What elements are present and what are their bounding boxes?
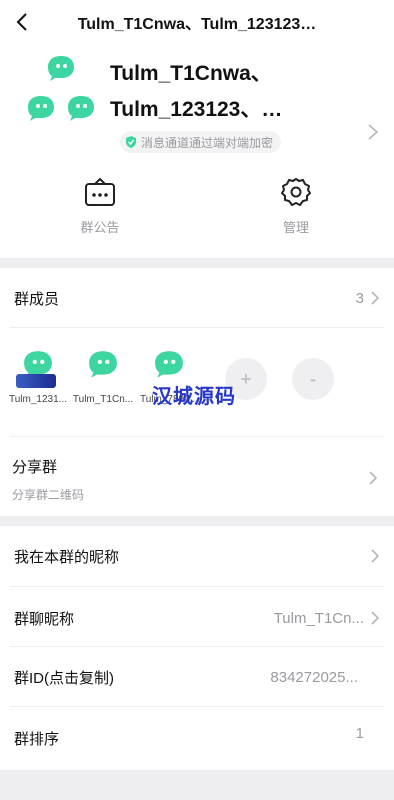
my-group-nickname-value-wrap <box>364 548 380 564</box>
remove-member-button[interactable]: - <box>292 358 334 400</box>
gear-icon <box>281 178 311 206</box>
announcement-button[interactable]: 群公告 <box>60 176 140 236</box>
group-members-count: 3 <box>355 289 364 307</box>
group-name: Tulm_T1Cnwa、 Tulm_123123、… <box>110 56 350 128</box>
back-button[interactable] <box>8 8 36 36</box>
group-id-value: 834272025... <box>270 668 358 686</box>
manage-button[interactable]: 管理 <box>256 176 336 236</box>
share-group-subtitle: 分享群二维码 <box>12 488 85 502</box>
divider <box>10 706 384 707</box>
watermark-text: 汉城源码 <box>152 386 236 408</box>
divider <box>10 586 384 587</box>
group-members-count-wrap: 3 <box>356 290 380 307</box>
group-sort-label: 群排序 <box>14 730 60 748</box>
divider <box>10 436 384 437</box>
chevron-left-icon <box>16 13 27 31</box>
group-name-line1: Tulm_T1Cnwa、 <box>110 62 272 85</box>
chevron-right-icon <box>371 291 380 305</box>
group-members-row[interactable]: 群成员 3 <box>0 268 394 328</box>
group-name-line2: Tulm_123123、… <box>110 98 283 121</box>
my-group-nickname-row[interactable]: 我在本群的昵称 <box>0 526 394 586</box>
page-title: Tulm_T1Cnwa、Tulm_123123… <box>77 16 317 33</box>
divider <box>10 327 384 328</box>
group-sort-row[interactable]: 群排序 1 <box>0 708 394 768</box>
group-sort-value-wrap: 1 <box>356 725 380 742</box>
group-id-label: 群ID(点击复制) <box>14 669 114 687</box>
watermark-logo <box>16 374 56 388</box>
bottom-separator <box>0 770 394 800</box>
shield-check-icon <box>126 136 136 148</box>
share-group-row[interactable]: 分享群 分享群二维码 <box>0 438 394 518</box>
group-members-label: 群成员 <box>14 290 60 308</box>
chevron-right-icon <box>368 124 379 140</box>
group-chat-nickname-row[interactable]: 群聊昵称 Tulm_T1Cn... <box>0 588 394 648</box>
my-group-nickname-label: 我在本群的昵称 <box>14 548 120 566</box>
bot-avatar-icon <box>48 56 74 81</box>
manage-label: 管理 <box>282 220 309 235</box>
bot-avatar-icon <box>68 96 94 121</box>
encryption-text: 消息通道通过端对端加密 <box>141 135 274 150</box>
chevron-right-icon <box>371 549 380 563</box>
quick-actions: 群公告 管理 <box>0 176 394 238</box>
group-id-value-wrap: 834272025... <box>270 669 380 686</box>
group-chat-nickname-value-wrap: Tulm_T1Cn... <box>274 610 380 627</box>
member-name: Tulm_1231... <box>9 394 67 405</box>
group-id-row[interactable]: 群ID(点击复制) 834272025... <box>0 648 394 706</box>
nav-bar: Tulm_T1Cnwa、Tulm_123123… <box>0 0 394 44</box>
member-item[interactable]: Tulm_T1Cn... <box>70 348 136 405</box>
announcement-label: 群公告 <box>80 220 120 235</box>
group-avatar <box>22 54 100 124</box>
group-chat-nickname-value: Tulm_T1Cn... <box>273 609 364 627</box>
member-name: Tulm_T1Cn... <box>72 394 134 405</box>
divider <box>10 646 384 647</box>
share-group-title: 分享群 <box>12 459 58 476</box>
bot-avatar-icon <box>155 351 183 378</box>
group-chat-nickname-label: 群聊昵称 <box>14 610 75 628</box>
chevron-right-icon <box>371 611 380 625</box>
section-separator <box>0 258 394 268</box>
encryption-badge: 消息通道通过端对端加密 <box>120 131 282 153</box>
announcement-icon <box>85 177 115 206</box>
chevron-right-icon <box>369 471 378 485</box>
section-separator <box>0 516 394 526</box>
bot-avatar-icon <box>89 351 117 378</box>
group-sort-value: 1 <box>355 724 364 742</box>
bot-avatar-icon <box>28 96 54 121</box>
